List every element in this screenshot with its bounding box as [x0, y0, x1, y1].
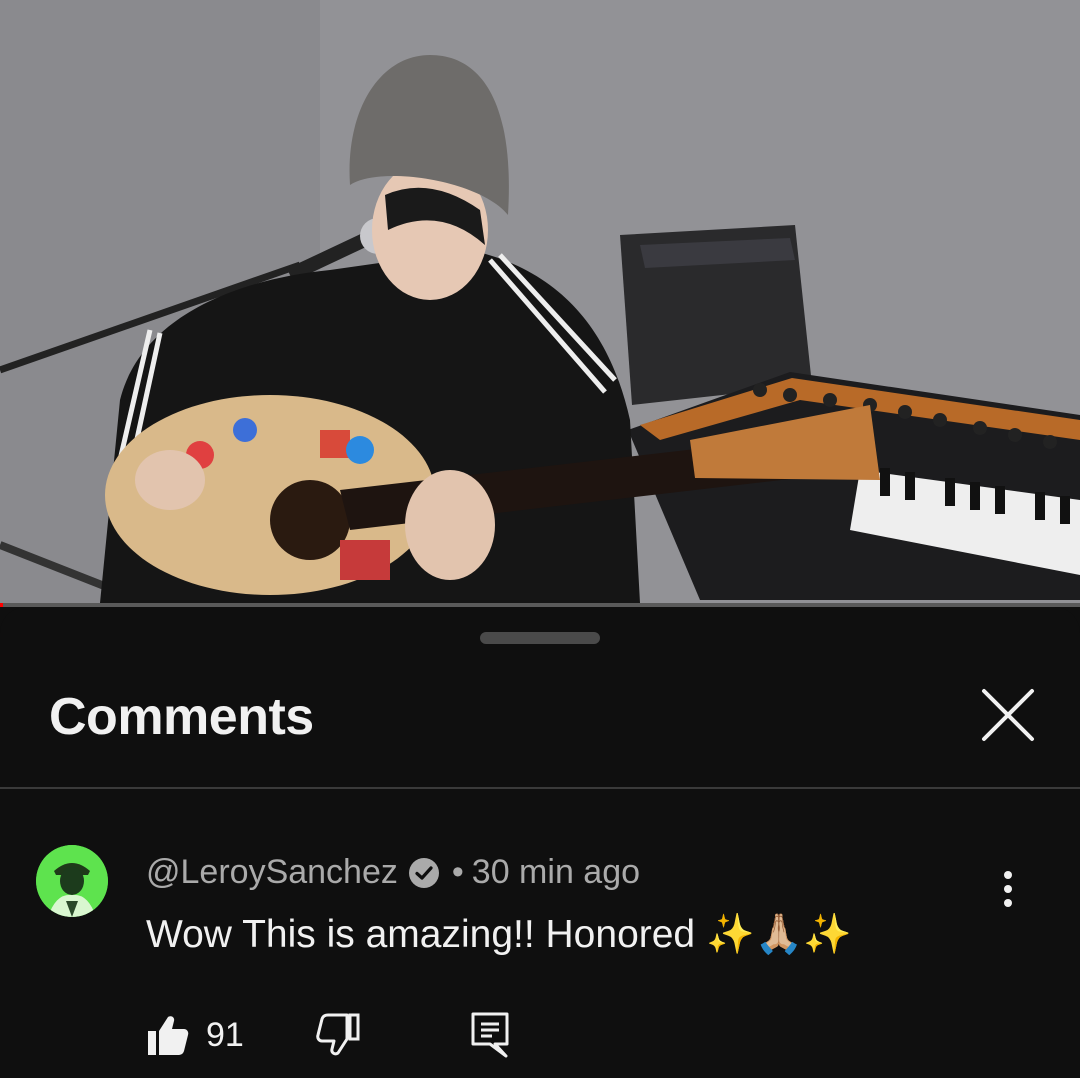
dislike-button[interactable]: [316, 1013, 360, 1057]
close-icon: [982, 689, 1034, 741]
comment-timestamp: 30 min ago: [471, 853, 641, 891]
like-count: 91: [206, 1015, 244, 1054]
drag-handle[interactable]: [480, 632, 600, 644]
verified-check-icon: [408, 857, 439, 888]
video-player[interactable]: [0, 0, 1080, 603]
comments-sheet: Comments @LeroySanchez • 30 min ago Wow …: [0, 607, 1080, 1078]
header-divider: [0, 787, 1080, 789]
thumbs-up-icon: [148, 1016, 189, 1055]
avatar-image: [36, 845, 108, 917]
comment-meta: @LeroySanchez • 30 min ago: [146, 853, 640, 892]
video-progress-fill: [0, 603, 4, 607]
thumbs-down-icon: [316, 1013, 360, 1056]
avatar[interactable]: [36, 845, 108, 917]
comment-actions: 91: [146, 1005, 510, 1065]
reply-button[interactable]: [470, 1011, 510, 1059]
meta-separator: •: [451, 853, 464, 891]
comment-item: @LeroySanchez • 30 min ago Wow This is a…: [0, 837, 1080, 1077]
more-options-button[interactable]: [990, 867, 1026, 911]
comment-author[interactable]: @LeroySanchez: [146, 853, 398, 892]
like-button[interactable]: 91: [146, 1013, 244, 1057]
video-frame-image: [0, 0, 1080, 603]
comments-title: Comments: [49, 688, 314, 746]
reply-icon: [471, 1012, 509, 1058]
close-button[interactable]: [978, 685, 1038, 745]
comment-text: Wow This is amazing!! Honored ✨🙏🏼✨: [146, 913, 852, 956]
more-vertical-icon: [1004, 871, 1012, 907]
